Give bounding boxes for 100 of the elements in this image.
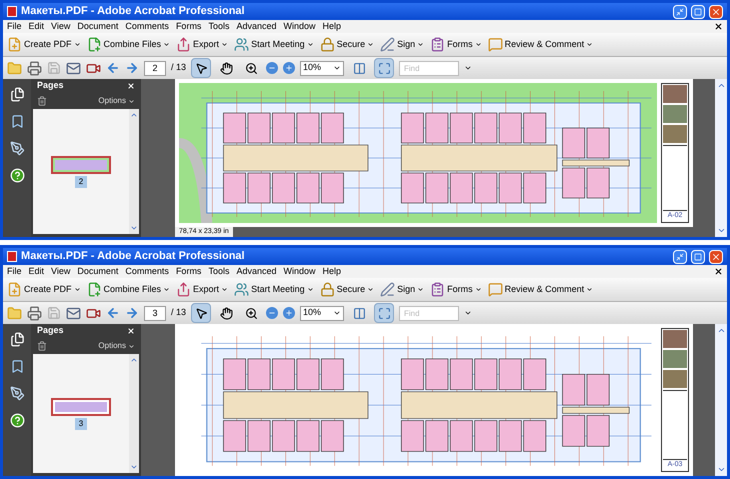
menu-item[interactable]: View: [51, 267, 70, 276]
page-number-field[interactable]: 3: [144, 306, 166, 320]
zoom-in-button[interactable]: [283, 307, 296, 319]
close-panel-icon[interactable]: [127, 327, 135, 335]
find-field[interactable]: Find: [399, 60, 460, 76]
options-button[interactable]: Options: [98, 340, 135, 352]
delete-icon[interactable]: [37, 96, 47, 106]
next-page-icon[interactable]: [125, 61, 139, 75]
scroll-up-icon[interactable]: [130, 111, 138, 119]
find-field[interactable]: Find: [399, 306, 460, 320]
menu-item[interactable]: Forms: [176, 267, 202, 276]
scroll-up-icon[interactable]: [130, 356, 138, 364]
help-icon[interactable]: [10, 413, 24, 428]
page-number-field[interactable]: 2: [144, 60, 166, 76]
page-thumbnail[interactable]: [51, 156, 111, 174]
zoom-out-button[interactable]: [266, 307, 278, 319]
print-icon[interactable]: [27, 306, 42, 320]
delete-icon[interactable]: [37, 341, 47, 351]
task-button[interactable]: Combine Files: [86, 282, 170, 297]
task-button[interactable]: Create PDF: [7, 37, 81, 52]
menu-item[interactable]: Comments: [125, 22, 169, 31]
scroll-down-icon[interactable]: [716, 226, 726, 235]
close-document-icon[interactable]: [714, 22, 723, 31]
bookmark-icon[interactable]: [10, 114, 24, 129]
vertical-scrollbar[interactable]: [715, 324, 727, 476]
task-button[interactable]: Start Meeting: [234, 282, 314, 297]
menu-item[interactable]: Edit: [28, 267, 44, 276]
signature-icon[interactable]: [10, 386, 24, 401]
close-button[interactable]: [709, 4, 723, 18]
task-button[interactable]: Combine Files: [86, 37, 170, 52]
maximize-button[interactable]: [691, 4, 705, 18]
fit-page-button[interactable]: [374, 58, 394, 78]
pages-icon[interactable]: [10, 87, 24, 102]
next-page-icon[interactable]: [125, 306, 139, 320]
task-button[interactable]: Secure: [320, 37, 374, 52]
page-thumbnail[interactable]: [51, 398, 111, 416]
menu-item[interactable]: File: [7, 22, 22, 31]
document-plus-icon: [7, 37, 22, 52]
zoom-out-button[interactable]: [266, 62, 278, 74]
task-button[interactable]: Export: [176, 37, 228, 52]
close-panel-icon[interactable]: [127, 82, 135, 90]
scroll-down-icon[interactable]: [716, 465, 726, 474]
email-icon[interactable]: [66, 306, 81, 320]
previous-page-icon[interactable]: [106, 306, 120, 320]
scroll-down-icon[interactable]: [130, 463, 138, 471]
scroll-up-icon[interactable]: [716, 81, 726, 90]
menu-item[interactable]: Tools: [208, 267, 230, 276]
select-tool-button[interactable]: [191, 303, 212, 323]
scroll-up-icon[interactable]: [716, 326, 726, 335]
menu-item[interactable]: View: [51, 22, 70, 31]
fit-page-button[interactable]: [374, 303, 394, 323]
select-tool-button[interactable]: [191, 58, 212, 78]
previous-page-icon[interactable]: [106, 61, 120, 75]
print-icon[interactable]: [27, 60, 42, 76]
menu-item[interactable]: File: [7, 267, 22, 276]
task-button[interactable]: Secure: [320, 282, 374, 297]
vertical-scrollbar[interactable]: [129, 354, 139, 473]
menu-item[interactable]: Advanced: [236, 267, 276, 276]
signature-icon[interactable]: [10, 141, 24, 156]
maximize-button[interactable]: [691, 250, 705, 264]
find-dropdown-icon[interactable]: [464, 64, 472, 72]
menu-item[interactable]: Comments: [125, 267, 169, 276]
task-button[interactable]: Forms: [430, 282, 482, 297]
find-dropdown-icon[interactable]: [464, 309, 472, 317]
zoom-field[interactable]: 10%: [300, 306, 344, 320]
menu-item[interactable]: Edit: [28, 22, 44, 31]
task-button[interactable]: Review & Comment: [488, 37, 594, 52]
task-button[interactable]: Create PDF: [7, 282, 81, 297]
menu-item[interactable]: Window: [283, 22, 316, 31]
task-button[interactable]: Review & Comment: [488, 282, 594, 297]
task-button[interactable]: Sign: [380, 37, 424, 52]
menu-item[interactable]: Document: [77, 22, 118, 31]
minimize-button[interactable]: [673, 4, 687, 18]
scroll-down-icon[interactable]: [130, 224, 138, 232]
caret-icon: [74, 286, 81, 293]
menu-item[interactable]: Tools: [208, 22, 230, 31]
menu-item[interactable]: Help: [322, 22, 342, 31]
email-icon[interactable]: [66, 60, 81, 76]
vertical-scrollbar[interactable]: [715, 79, 727, 237]
pages-icon[interactable]: [10, 332, 24, 347]
task-button[interactable]: Export: [176, 282, 228, 297]
menu-item[interactable]: Forms: [176, 22, 202, 31]
task-button[interactable]: Forms: [430, 37, 482, 52]
bookmark-icon[interactable]: [10, 359, 24, 374]
menu-item[interactable]: Window: [283, 267, 316, 276]
menu-item[interactable]: Advanced: [236, 22, 276, 31]
close-document-icon[interactable]: [714, 267, 723, 276]
task-button[interactable]: Start Meeting: [234, 37, 314, 52]
menu-item[interactable]: Document: [77, 267, 118, 276]
help-icon[interactable]: [10, 168, 24, 183]
options-button[interactable]: Options: [98, 95, 135, 107]
minimize-button[interactable]: [673, 250, 687, 264]
menu-item[interactable]: Help: [322, 267, 342, 276]
vertical-scrollbar[interactable]: [129, 109, 139, 234]
zoom-field[interactable]: 10%: [300, 60, 344, 76]
speech-bubble-icon: [488, 282, 503, 297]
close-button[interactable]: [709, 250, 723, 264]
zoom-in-button[interactable]: [283, 62, 296, 74]
task-button[interactable]: Sign: [380, 282, 424, 297]
file-plus-icon: [86, 37, 102, 52]
